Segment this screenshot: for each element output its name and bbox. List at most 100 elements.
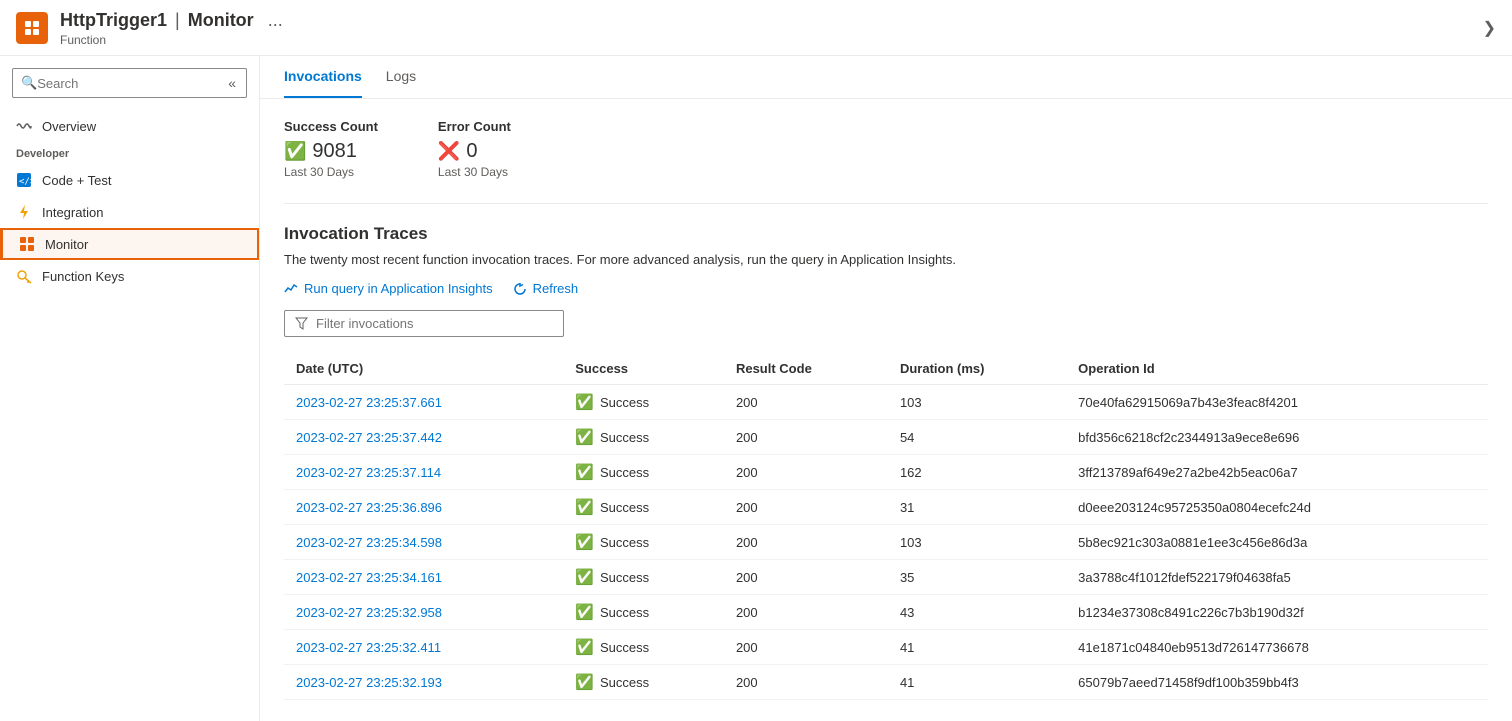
stats-row: Success Count ✅ 9081 Last 30 Days Error …: [284, 119, 1488, 179]
cell-result-code: 200: [724, 560, 888, 595]
filter-invocations-input[interactable]: [316, 316, 553, 331]
sidebar-item-code-label: Code + Test: [42, 173, 112, 188]
date-link[interactable]: 2023-02-27 23:25:37.442: [296, 430, 442, 445]
monitor-icon: [19, 236, 35, 252]
table-header: Date (UTC) Success Result Code Duration …: [284, 353, 1488, 385]
tab-bar: Invocations Logs: [260, 56, 1512, 99]
main-layout: 🔍 « Overview Developer </> Code + Test: [0, 56, 1512, 721]
sidebar-item-monitor[interactable]: Monitor: [0, 228, 259, 260]
table-row[interactable]: 2023-02-27 23:25:37.661 ✅Success 200 103…: [284, 385, 1488, 420]
cell-date[interactable]: 2023-02-27 23:25:34.161: [284, 560, 563, 595]
cell-date[interactable]: 2023-02-27 23:25:34.598: [284, 525, 563, 560]
sidebar-item-integration[interactable]: Integration: [0, 196, 259, 228]
cell-success: ✅Success: [563, 665, 724, 700]
cell-result-code: 200: [724, 420, 888, 455]
cell-result-code: 200: [724, 525, 888, 560]
cell-operation-id: 41e1871c04840eb9513d726147736678: [1066, 630, 1488, 665]
success-checkmark: ✅: [575, 638, 594, 656]
table-row[interactable]: 2023-02-27 23:25:34.161 ✅Success 200 35 …: [284, 560, 1488, 595]
col-operation-id: Operation Id: [1066, 353, 1488, 385]
cell-date[interactable]: 2023-02-27 23:25:37.442: [284, 420, 563, 455]
page-title: Monitor: [188, 10, 254, 31]
table-row[interactable]: 2023-02-27 23:25:34.598 ✅Success 200 103…: [284, 525, 1488, 560]
cell-date[interactable]: 2023-02-27 23:25:37.114: [284, 455, 563, 490]
search-input[interactable]: [37, 76, 226, 91]
action-bar: Run query in Application Insights Refres…: [284, 281, 1488, 296]
cell-date[interactable]: 2023-02-27 23:25:32.411: [284, 630, 563, 665]
cell-duration: 41: [888, 665, 1066, 700]
cell-success: ✅Success: [563, 595, 724, 630]
cell-operation-id: 65079b7aeed71458f9df100b359bb4f3: [1066, 665, 1488, 700]
error-count-block: Error Count ❌ 0 Last 30 Days: [438, 119, 511, 179]
date-link[interactable]: 2023-02-27 23:25:37.114: [296, 465, 441, 480]
section-title: Invocation Traces: [284, 224, 1488, 244]
cell-date[interactable]: 2023-02-27 23:25:32.193: [284, 665, 563, 700]
cell-operation-id: 3ff213789af649e27a2be42b5eac06a7: [1066, 455, 1488, 490]
top-bar: HttpTrigger1 | Monitor ... Function ❯: [0, 0, 1512, 56]
table-row[interactable]: 2023-02-27 23:25:37.114 ✅Success 200 162…: [284, 455, 1488, 490]
date-link[interactable]: 2023-02-27 23:25:32.193: [296, 675, 442, 690]
sidebar-item-integration-label: Integration: [42, 205, 103, 220]
cell-operation-id: 3a3788c4f1012fdef522179f04638fa5: [1066, 560, 1488, 595]
date-link[interactable]: 2023-02-27 23:25:32.958: [296, 605, 442, 620]
success-count-label: Success Count: [284, 119, 378, 134]
date-link[interactable]: 2023-02-27 23:25:34.598: [296, 535, 442, 550]
success-count-icon: ✅: [284, 141, 306, 162]
tab-logs[interactable]: Logs: [386, 56, 416, 98]
date-link[interactable]: 2023-02-27 23:25:36.896: [296, 500, 442, 515]
cell-duration: 103: [888, 525, 1066, 560]
cell-success: ✅ Success: [563, 420, 724, 455]
sidebar-item-overview-label: Overview: [42, 119, 96, 134]
collapse-button[interactable]: «: [226, 73, 238, 93]
title-block: HttpTrigger1 | Monitor ... Function: [60, 8, 289, 47]
expand-button[interactable]: ❯: [1483, 18, 1496, 38]
content-body: Success Count ✅ 9081 Last 30 Days Error …: [260, 99, 1512, 720]
table-row[interactable]: 2023-02-27 23:25:36.896 ✅Success 200 31 …: [284, 490, 1488, 525]
cell-duration: 43: [888, 595, 1066, 630]
error-count-icon: ❌: [438, 141, 460, 162]
success-text: Success: [600, 605, 649, 620]
table-row[interactable]: 2023-02-27 23:25:32.411 ✅Success 200 41 …: [284, 630, 1488, 665]
table-row[interactable]: 2023-02-27 23:25:32.193 ✅Success 200 41 …: [284, 665, 1488, 700]
date-link[interactable]: 2023-02-27 23:25:32.411: [296, 640, 441, 655]
cell-success: ✅Success: [563, 560, 724, 595]
success-text: Success: [600, 465, 649, 480]
col-result-code: Result Code: [724, 353, 888, 385]
cell-date[interactable]: 2023-02-27 23:25:37.661: [284, 385, 563, 420]
run-query-button[interactable]: Run query in Application Insights: [284, 281, 493, 296]
refresh-button[interactable]: Refresh: [513, 281, 579, 296]
success-text: Success: [600, 500, 649, 515]
success-text: Success: [600, 395, 649, 410]
filter-input-box[interactable]: [284, 310, 564, 337]
table-row[interactable]: 2023-02-27 23:25:32.958 ✅Success 200 43 …: [284, 595, 1488, 630]
date-link[interactable]: 2023-02-27 23:25:34.161: [296, 570, 442, 585]
success-checkmark: ✅: [575, 393, 594, 411]
cell-date[interactable]: 2023-02-27 23:25:36.896: [284, 490, 563, 525]
tab-invocations[interactable]: Invocations: [284, 56, 362, 98]
success-count-sublabel: Last 30 Days: [284, 165, 378, 179]
success-checkmark: ✅: [575, 463, 594, 481]
success-text: Success: [600, 430, 649, 445]
date-link[interactable]: 2023-02-27 23:25:37.661: [296, 395, 442, 410]
run-query-label: Run query in Application Insights: [304, 281, 493, 296]
success-checkmark: ✅: [575, 428, 594, 446]
filter-bar: [284, 310, 1488, 337]
content-area: Invocations Logs Success Count ✅ 9081 La…: [260, 56, 1512, 721]
cell-date[interactable]: 2023-02-27 23:25:32.958: [284, 595, 563, 630]
search-box[interactable]: 🔍 «: [12, 68, 247, 98]
cell-result-code: 200: [724, 595, 888, 630]
col-duration: Duration (ms): [888, 353, 1066, 385]
sidebar-item-code-test[interactable]: </> Code + Test: [0, 164, 259, 196]
sidebar-item-overview[interactable]: Overview: [0, 110, 259, 142]
sidebar-item-function-keys-label: Function Keys: [42, 269, 124, 284]
col-date: Date (UTC): [284, 353, 563, 385]
cell-success: ✅ Success: [563, 455, 724, 490]
lightning-icon: [16, 204, 32, 220]
table-row[interactable]: 2023-02-27 23:25:37.442 ✅Success 200 54 …: [284, 420, 1488, 455]
cell-success: ✅Success: [563, 525, 724, 560]
error-count-sublabel: Last 30 Days: [438, 165, 511, 179]
ellipsis-button[interactable]: ...: [262, 8, 289, 33]
cell-success: ✅ Success: [563, 385, 724, 420]
cell-result-code: 200: [724, 630, 888, 665]
sidebar-item-function-keys[interactable]: Function Keys: [0, 260, 259, 292]
